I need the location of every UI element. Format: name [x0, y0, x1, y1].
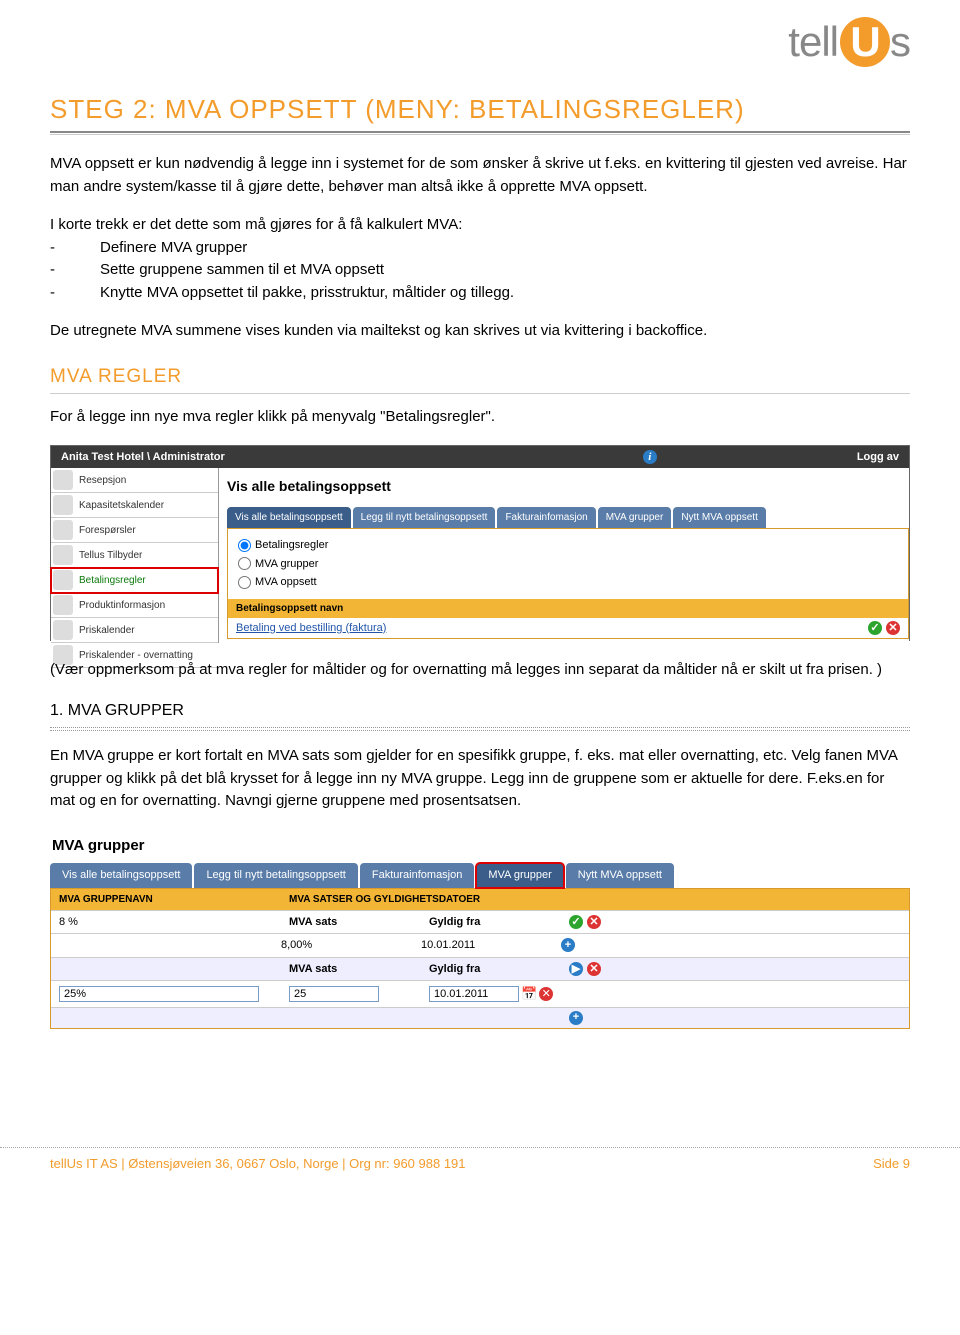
- tab-nytt-mva[interactable]: Nytt MVA oppsett: [566, 863, 674, 888]
- sidebar-item-foresporsler[interactable]: Forespørsler: [51, 518, 218, 543]
- panel-title: MVA grupper: [50, 829, 910, 864]
- delete-icon[interactable]: ✕: [587, 915, 601, 929]
- step-item: Knytte MVA oppsettet til pakke, prisstru…: [50, 282, 910, 305]
- delete-icon[interactable]: ✕: [539, 987, 553, 1001]
- euro-icon: [53, 620, 73, 640]
- delete-icon[interactable]: ✕: [587, 962, 601, 976]
- intro-paragraph: MVA oppsett er kun nødvendig å legge inn…: [50, 153, 910, 198]
- col-label: Gyldig fra: [429, 914, 569, 931]
- breadcrumb: Anita Test Hotel \ Administrator: [61, 449, 225, 466]
- calendar-icon: [53, 495, 73, 515]
- date-value: 10.01.2011: [421, 937, 561, 954]
- tab-mva-grupper[interactable]: MVA grupper: [476, 863, 563, 888]
- euro-icon: [53, 570, 73, 590]
- question-icon: [53, 520, 73, 540]
- delete-icon[interactable]: ✕: [886, 621, 900, 635]
- sidebar-item-produktinfo[interactable]: Produktinformasjon: [51, 593, 218, 618]
- sidebar-item-priskalender[interactable]: Priskalender: [51, 618, 218, 643]
- note-paragraph: (Vær oppmerksom på at mva regler for mål…: [50, 659, 910, 682]
- tab-legg-til[interactable]: Legg til nytt betalingsoppsett: [194, 863, 357, 888]
- list-row: Betaling ved bestilling (faktura) ✓ ✕: [228, 618, 908, 639]
- sidebar-item-kapasitet[interactable]: Kapasitetskalender: [51, 493, 218, 518]
- step-item: Sette gruppene sammen til et MVA oppsett: [50, 259, 910, 282]
- logo: tellUs: [788, 10, 910, 73]
- tab-bar: Vis alle betalingsoppsett Legg til nytt …: [227, 507, 909, 528]
- page-number: Side 9: [873, 1154, 910, 1174]
- tab-nytt-mva[interactable]: Nytt MVA oppsett: [673, 507, 766, 528]
- table-row-editable: 📅✕: [51, 980, 909, 1007]
- table-header: MVA GRUPPENAVNMVA SATSER OG GYLDIGHETSDA…: [51, 889, 909, 910]
- table-row: 8 % MVA sats Gyldig fra ✓ ✕: [51, 910, 909, 934]
- info-icon[interactable]: i: [643, 450, 657, 464]
- page-footer: tellUs IT AS | Østensjøveien 36, 0667 Os…: [0, 1147, 960, 1180]
- column-header: Betalingsoppsett navn: [228, 599, 908, 618]
- step-item: Definere MVA grupper: [50, 237, 910, 260]
- screenshot-betalingsregler: Anita Test Hotel \ Administrator i Logg a…: [50, 445, 910, 641]
- section-intro: For å legge inn nye mva regler klikk på …: [50, 406, 910, 429]
- tab-vis-alle[interactable]: Vis alle betalingsoppsett: [50, 863, 192, 888]
- screenshot-mva-grupper: MVA grupper Vis alle betalingsoppsett Le…: [50, 829, 910, 1029]
- table-row: MVA sats Gyldig fra ▶ ✕: [51, 957, 909, 981]
- sidebar-item-betalingsregler[interactable]: Betalingsregler: [51, 568, 218, 593]
- logout-link[interactable]: Logg av: [857, 449, 899, 466]
- tab-fakturainfo[interactable]: Fakturainfomasjon: [360, 863, 475, 888]
- sidebar: Resepsjon Kapasitetskalender Forespørsle…: [51, 468, 219, 643]
- payment-setup-link[interactable]: Betaling ved bestilling (faktura): [236, 620, 386, 637]
- rate-value: 8,00%: [281, 937, 421, 954]
- add-icon[interactable]: +: [561, 938, 575, 952]
- radio-mva-oppsett[interactable]: MVA oppsett: [238, 574, 898, 591]
- col-label: MVA sats: [289, 914, 429, 931]
- radio-betalingsregler[interactable]: Betalingsregler: [238, 537, 898, 554]
- calendar-icon[interactable]: 📅: [521, 984, 537, 1004]
- filter-radios: Betalingsregler MVA grupper MVA oppsett: [228, 529, 908, 599]
- add-icon[interactable]: +: [569, 1011, 583, 1025]
- reception-icon: [53, 470, 73, 490]
- subsection-title: 1. MVA GRUPPER: [50, 699, 910, 728]
- radio-mva-grupper[interactable]: MVA grupper: [238, 556, 898, 573]
- page-title: STEG 2: MVA OPPSETT (MENY: BETALINGSREGL…: [50, 90, 910, 129]
- steps-lead: I korte trekk er det dette som må gjøres…: [50, 214, 910, 237]
- date-input[interactable]: [429, 986, 519, 1002]
- table-subrow: 8,00% 10.01.2011 +: [51, 933, 909, 957]
- tab-vis-alle[interactable]: Vis alle betalingsoppsett: [227, 507, 351, 528]
- section-title: MVA REGLER: [50, 363, 910, 395]
- panel-title: Vis alle betalingsoppsett: [227, 476, 909, 497]
- col-label: Gyldig fra: [429, 961, 569, 978]
- subsection-body: En MVA gruppe er kort fortalt en MVA sat…: [50, 745, 910, 813]
- group-name-input[interactable]: [59, 986, 259, 1002]
- confirm-icon[interactable]: ✓: [868, 621, 882, 635]
- sidebar-item-resepsjon[interactable]: Resepsjon: [51, 468, 218, 493]
- table-footer: +: [51, 1007, 909, 1028]
- euro-icon: [53, 545, 73, 565]
- steps-list: Definere MVA grupper Sette gruppene samm…: [50, 237, 910, 305]
- sidebar-item-tilbyder[interactable]: Tellus Tilbyder: [51, 543, 218, 568]
- tab-fakturainfo[interactable]: Fakturainfomasjon: [497, 507, 595, 528]
- tab-mva-grupper[interactable]: MVA grupper: [598, 507, 672, 528]
- run-icon[interactable]: ▶: [569, 962, 583, 976]
- app-header: Anita Test Hotel \ Administrator i Logg a…: [51, 446, 909, 469]
- confirm-icon[interactable]: ✓: [569, 915, 583, 929]
- tab-bar: Vis alle betalingsoppsett Legg til nytt …: [50, 863, 910, 888]
- logo-circle: U: [840, 17, 890, 67]
- list-icon: [53, 595, 73, 615]
- rate-input[interactable]: [289, 986, 379, 1002]
- col-label: MVA sats: [289, 961, 429, 978]
- group-name: 8 %: [59, 914, 289, 931]
- footer-address: tellUs IT AS | Østensjøveien 36, 0667 Os…: [50, 1154, 466, 1174]
- tab-legg-til[interactable]: Legg til nytt betalingsoppsett: [353, 507, 496, 528]
- summary-paragraph: De utregnete MVA summene vises kunden vi…: [50, 320, 910, 343]
